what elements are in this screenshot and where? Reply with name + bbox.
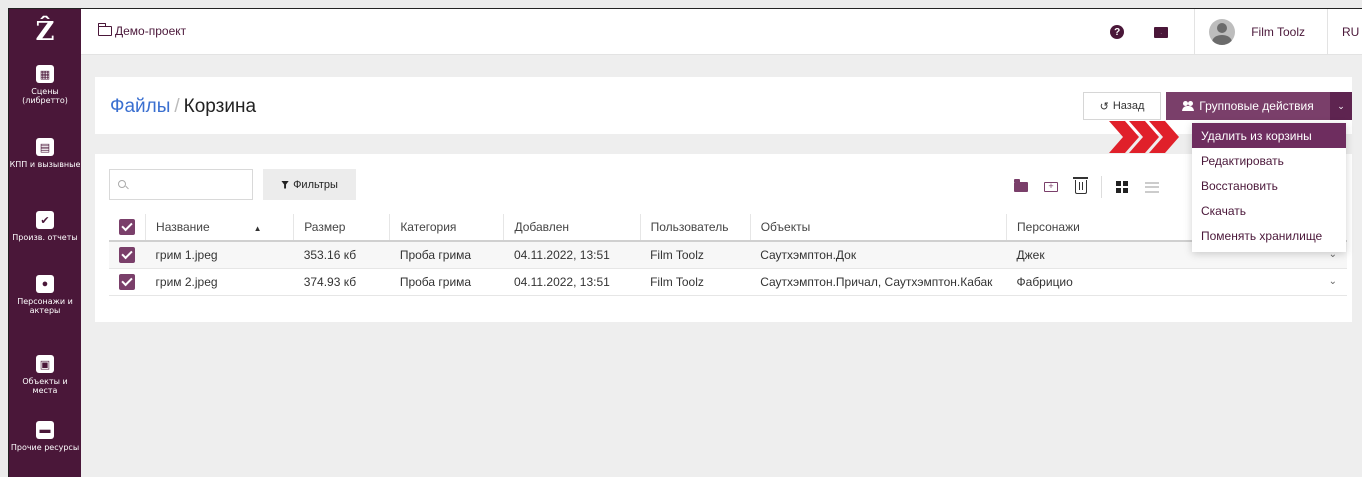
sidebar-item-resources[interactable]: ▬ Прочие ресурсы	[9, 421, 81, 452]
new-folder-button[interactable]: +	[1041, 177, 1061, 197]
language-switch[interactable]: RU	[1328, 25, 1362, 39]
search-box	[109, 169, 253, 200]
table-header-row: Название ▲ Размер Категория Добавлен Поль…	[109, 214, 1347, 241]
sidebar-item-label: Сцены (либретто)	[22, 87, 68, 105]
page-title: Файлы / Корзина	[110, 96, 256, 118]
cell-size: 374.93 кб	[303, 274, 357, 289]
folder-icon	[1014, 179, 1028, 192]
sidebar-item-locations[interactable]: ▣ Объекты и места	[9, 355, 81, 395]
cell-user: Film Toolz	[650, 274, 704, 289]
sidebar-item-label: Объекты и места	[22, 377, 68, 395]
scenes-icon: ▦	[36, 65, 54, 83]
sort-asc-icon: ▲	[253, 224, 262, 233]
breadcrumb-files-link[interactable]: Файлы	[110, 96, 170, 117]
help-icon[interactable]: ?	[1110, 25, 1125, 39]
sidebar-item-label: Произв. отчеты	[12, 233, 78, 242]
cell-objects: Саутхэмптон.Док	[760, 247, 857, 262]
trash-icon	[1073, 177, 1088, 194]
group-actions-button[interactable]: Групповые действия ⌄	[1166, 92, 1352, 120]
row-checkbox-cell	[109, 268, 146, 295]
menu-item-download[interactable]: Скачать	[1192, 198, 1346, 223]
cell-user: Film Toolz	[650, 247, 704, 262]
project-breadcrumb[interactable]: Демо-проект	[97, 23, 187, 38]
users-icon: ●	[36, 275, 54, 293]
cell-characters: Фабрицио	[1016, 274, 1073, 289]
sidebar: Ẑ ▦ Сцены (либретто) ▤ КПП и вызывные ✔ …	[9, 9, 81, 477]
menu-item-delete-from-trash[interactable]: Удалить из корзины	[1192, 123, 1346, 148]
project-name: Демо-проект	[115, 24, 187, 38]
cell-name: грим 1.jpeg	[155, 247, 218, 262]
menu-item-change-storage[interactable]: Поменять хранилище	[1192, 223, 1346, 248]
sidebar-item-callsheets[interactable]: ▤ КПП и вызывные	[9, 138, 81, 169]
sidebar-item-scenes[interactable]: ▦ Сцены (либретто)	[9, 65, 81, 105]
table-row[interactable]: грим 2.jpeg 374.93 кб Проба грима 04.11.…	[109, 268, 1347, 295]
filters-button[interactable]: Фильтры	[263, 169, 356, 200]
table-row[interactable]: грим 1.jpeg 353.16 кб Проба грима 04.11.…	[109, 241, 1347, 268]
menu-item-restore[interactable]: Восстановить	[1192, 173, 1346, 198]
app-window: Ẑ ▦ Сцены (либретто) ▤ КПП и вызывные ✔ …	[8, 8, 1362, 477]
cell-objects: Саутхэмптон.Причал, Саутхэмптон.Кабак	[760, 274, 993, 289]
filters-label: Фильтры	[293, 178, 338, 191]
list-view-button[interactable]	[1142, 177, 1162, 197]
divider	[1194, 9, 1196, 55]
row-checkbox[interactable]	[119, 273, 135, 290]
cell-category: Проба грима	[399, 274, 472, 289]
sidebar-item-characters[interactable]: ● Персонажи и актеры	[9, 275, 81, 315]
menu-item-edit[interactable]: Редактировать	[1192, 148, 1346, 173]
mail-icon[interactable]	[1154, 26, 1169, 38]
back-button[interactable]: ↺ Назад	[1083, 92, 1161, 120]
app-logo[interactable]: Ẑ	[9, 9, 81, 55]
breadcrumb-separator: /	[174, 96, 180, 117]
column-header-objects[interactable]: Объекты	[750, 214, 1008, 241]
avatar[interactable]	[1209, 19, 1236, 45]
cell-added: 04.11.2022, 13:51	[513, 247, 610, 262]
select-all-cell	[109, 214, 147, 241]
row-checkbox[interactable]	[119, 246, 135, 263]
group-actions-menu: Удалить из корзины Редактировать Восстан…	[1192, 123, 1346, 252]
list-icon	[1145, 181, 1159, 193]
users-icon	[1182, 101, 1195, 111]
user-name[interactable]: Film Toolz	[1251, 25, 1305, 39]
undo-icon: ↺	[1099, 100, 1109, 113]
cell-category: Проба грима	[399, 247, 472, 262]
column-header-added[interactable]: Добавлен	[503, 214, 641, 241]
files-panel: Фильтры + Название ▲ Размер Категория Доб…	[95, 154, 1352, 322]
image-icon: ▣	[36, 355, 54, 373]
delete-button[interactable]	[1071, 177, 1091, 197]
folder-open-icon	[97, 23, 112, 36]
sidebar-item-reports[interactable]: ✔ Произв. отчеты	[9, 211, 81, 242]
cell-size: 353.16 кб	[303, 247, 357, 262]
file-tools: +	[1011, 176, 1172, 198]
divider	[1101, 176, 1102, 198]
grid-icon	[1116, 181, 1128, 193]
search-input[interactable]	[132, 170, 250, 199]
red-arrows-annotation	[1109, 121, 1179, 153]
column-header-category[interactable]: Категория	[389, 214, 505, 241]
chevron-down-icon[interactable]: ⌄	[1330, 92, 1352, 120]
cell-added: 04.11.2022, 13:51	[513, 274, 610, 289]
select-all-checkbox[interactable]	[119, 219, 135, 235]
check-icon: ✔	[36, 211, 54, 229]
group-actions-label: Групповые действия	[1199, 99, 1314, 113]
sidebar-item-label: КПП и вызывные	[9, 160, 81, 169]
files-table: Название ▲ Размер Категория Добавлен Поль…	[109, 214, 1347, 296]
row-checkbox-cell	[109, 241, 146, 268]
grid-view-button[interactable]	[1112, 177, 1132, 197]
back-button-label: Назад	[1112, 100, 1145, 112]
filter-icon	[281, 180, 290, 189]
sidebar-item-label: Прочие ресурсы	[10, 443, 80, 452]
archive-icon: ▬	[36, 421, 54, 439]
move-to-folder-button[interactable]	[1011, 177, 1031, 197]
folder-plus-icon: +	[1044, 182, 1058, 192]
calendar-icon: ▤	[36, 138, 54, 156]
top-bar: Демо-проект ? Film Toolz RU	[81, 9, 1362, 55]
cell-name: грим 2.jpeg	[155, 274, 218, 289]
sidebar-item-label: Персонажи и актеры	[17, 297, 73, 315]
page-title-current: Корзина	[183, 96, 257, 117]
row-expand-icon[interactable]: ⌄	[1307, 268, 1347, 295]
column-header-name[interactable]: Название ▲	[145, 214, 295, 241]
search-icon	[118, 180, 126, 188]
column-header-size[interactable]: Размер	[293, 214, 391, 241]
column-header-user[interactable]: Пользователь	[640, 214, 751, 241]
